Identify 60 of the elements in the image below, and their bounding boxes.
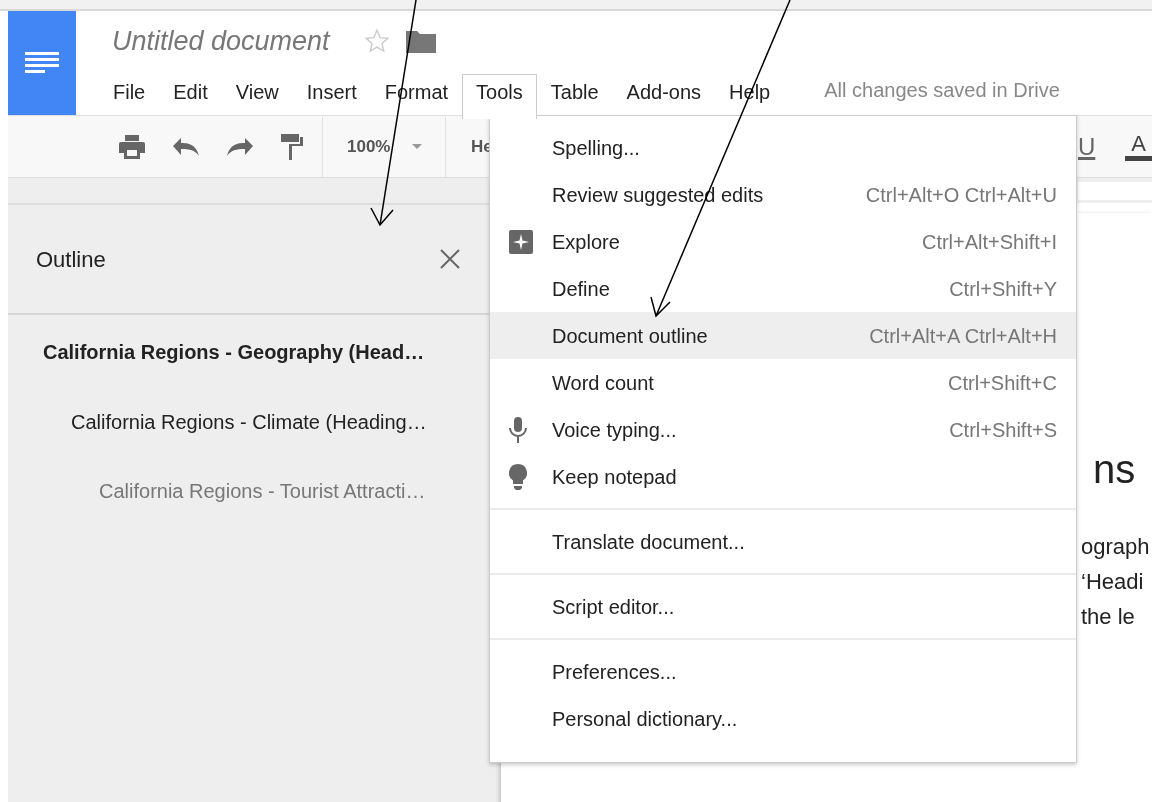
- zoom-dropdown[interactable]: 100%: [347, 133, 391, 160]
- save-status: All changes saved in Drive: [823, 78, 1060, 103]
- menu-item[interactable]: Word count Ctrl+Shift+C: [490, 359, 1076, 406]
- outline-heading[interactable]: California Regions - Climate (Heading…: [8, 406, 486, 476]
- shortcut-text: Ctrl+Alt+Shift+I: [921, 229, 1057, 255]
- body-text: the le: [1081, 603, 1135, 631]
- menu-item[interactable]: Add-ons: [612, 74, 716, 115]
- menu-item[interactable]: Define Ctrl+Shift+Y: [490, 265, 1076, 312]
- menu-label: Personal dictionary...: [552, 706, 738, 732]
- menu-item[interactable]: Document outline Ctrl+Alt+A Ctrl+Alt+H: [490, 312, 1076, 359]
- menu-item[interactable]: View: [221, 74, 293, 115]
- outline-heading[interactable]: California Regions - Geography (Head…: [8, 337, 486, 407]
- menu-item[interactable]: Keep notepad: [490, 453, 1076, 500]
- body-text: ‘Headi: [1081, 568, 1144, 596]
- print-icon[interactable]: [119, 134, 145, 159]
- menu-item[interactable]: Preferences...: [490, 648, 1076, 695]
- underline-button[interactable]: U: [1077, 128, 1096, 165]
- menu-label: Preferences...: [552, 659, 677, 685]
- shortcut-text: Ctrl+Alt+A Ctrl+Alt+H: [869, 323, 1057, 349]
- text-color-button[interactable]: A: [1125, 131, 1152, 162]
- star-icon[interactable]: [363, 28, 390, 54]
- explore-icon: [509, 229, 533, 254]
- menu-label: Spelling...: [552, 135, 640, 161]
- menu-label: Translate document...: [552, 529, 745, 555]
- menu-label: Voice typing...: [552, 417, 677, 443]
- undo-icon[interactable]: [173, 137, 199, 156]
- outline-heading[interactable]: California Regions - Tourist Attracti…: [8, 476, 486, 546]
- menu-item[interactable]: Personal dictionary...: [490, 695, 1076, 742]
- paint-format-icon[interactable]: [281, 133, 303, 160]
- menu-item[interactable]: Voice typing... Ctrl+Shift+S: [490, 406, 1076, 453]
- menu-item[interactable]: Explore Ctrl+Alt+Shift+I: [490, 218, 1076, 265]
- outline-title: Outline: [36, 245, 106, 274]
- menu-item[interactable]: Insert: [292, 74, 371, 115]
- menu-label: Explore: [552, 229, 620, 255]
- heading-text: ns: [1093, 447, 1136, 491]
- menu-label: Define: [552, 276, 610, 302]
- menu-item[interactable]: File: [99, 74, 160, 115]
- menu-label: Keep notepad: [552, 464, 677, 490]
- menu-item[interactable]: Table: [536, 74, 613, 115]
- shortcut-text: Ctrl+Shift+C: [948, 370, 1057, 396]
- menu-label: Document outline: [552, 323, 708, 349]
- body-text: ograph: [1081, 533, 1150, 561]
- caret-icon[interactable]: [412, 144, 423, 149]
- menu-item[interactable]: Spelling...: [490, 124, 1076, 171]
- menu-item[interactable]: Tools: [462, 74, 537, 119]
- shortcut-text: Ctrl+Shift+S: [949, 417, 1057, 443]
- folder-icon[interactable]: [405, 29, 436, 53]
- close-icon[interactable]: [440, 249, 460, 269]
- menu-item[interactable]: Script editor...: [490, 583, 1076, 630]
- menu-label: Word count: [552, 370, 654, 396]
- menu-item[interactable]: Edit: [159, 74, 222, 115]
- shortcut-text: Ctrl+Alt+O Ctrl+Alt+U: [865, 182, 1057, 208]
- document-title[interactable]: Untitled document: [112, 20, 330, 62]
- menu-label: Script editor...: [552, 594, 675, 620]
- redo-icon[interactable]: [227, 137, 253, 156]
- shortcut-text: Ctrl+Shift+Y: [949, 276, 1057, 302]
- docs-logo-icon[interactable]: [25, 51, 59, 75]
- menu-item[interactable]: Translate document...: [490, 518, 1076, 565]
- microphone-icon: [509, 416, 527, 443]
- lightbulb-icon: [509, 463, 527, 490]
